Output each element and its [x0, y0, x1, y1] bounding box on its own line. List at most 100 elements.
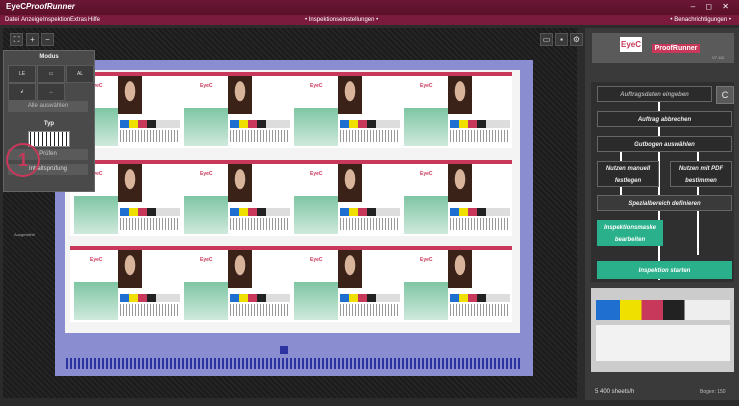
select-good-sheet-button[interactable]: Gutbogen auswählen: [597, 136, 732, 152]
title-bar: [0, 0, 739, 15]
color-swatches: [120, 294, 180, 302]
zoom-out-icon[interactable]: −: [41, 33, 54, 46]
label-logo: EyeC: [420, 83, 433, 89]
barcode-strip: [230, 130, 290, 142]
label-logo: EyeC: [420, 171, 433, 177]
folder-icon[interactable]: ▭: [540, 33, 553, 46]
label-logo: EyeC: [310, 257, 323, 263]
model-image: [118, 250, 142, 288]
preview-image: [596, 325, 730, 361]
register-marks: [66, 358, 521, 369]
pdf-copy-button[interactable]: Nutzen mit PDF bestimmen: [670, 161, 732, 187]
save-icon[interactable]: ▪: [555, 33, 568, 46]
model-image: [448, 250, 472, 288]
product-image: [294, 282, 338, 320]
product-image: [184, 108, 228, 146]
label-logo: EyeC: [310, 83, 323, 89]
cancel-order-button[interactable]: Auftrag abbrechen: [597, 111, 732, 127]
preview-color-strip: [596, 300, 730, 320]
barcode-strip: [120, 304, 180, 316]
product-image: [404, 108, 448, 146]
throughput-status: 5 400 sheets/h: [595, 389, 635, 395]
barcode-strip: [230, 218, 290, 230]
barcode-strip: [340, 218, 400, 230]
printed-label: EyeC: [70, 246, 182, 322]
product-image: [404, 282, 448, 320]
model-image: [448, 164, 472, 202]
menu-hilfe[interactable]: Hilfe: [88, 17, 100, 23]
model-image: [118, 76, 142, 114]
mode-button-5[interactable]: ↔: [37, 83, 65, 101]
barcode-strip: [120, 130, 180, 142]
printed-label: EyeC: [400, 246, 512, 322]
start-inspection-button[interactable]: Inspektion starten: [597, 261, 732, 279]
fiducial-mark: [280, 346, 288, 354]
printed-label: EyeC: [400, 72, 512, 148]
model-image: [228, 250, 252, 288]
notifications-menu[interactable]: • Benachrichtigungen •: [670, 17, 731, 23]
window-controls[interactable]: – ◻ ✕: [691, 2, 733, 11]
label-logo: EyeC: [90, 257, 103, 263]
fit-icon[interactable]: ⛶: [10, 33, 23, 46]
color-swatches: [230, 208, 290, 216]
barcode-strip: [120, 218, 180, 230]
model-image: [228, 76, 252, 114]
proofrunner-logo: ProofRunner: [652, 44, 700, 53]
product-image: [184, 282, 228, 320]
barcode-strip: [340, 304, 400, 316]
menu-datei[interactable]: Datei: [5, 17, 19, 23]
product-image: [294, 108, 338, 146]
product-image: [404, 196, 448, 234]
color-swatches: [120, 120, 180, 128]
printed-label: EyeC: [290, 160, 402, 236]
color-swatches: [230, 294, 290, 302]
version-label: V7.110: [712, 55, 725, 60]
color-swatches: [340, 208, 400, 216]
color-swatches: [450, 294, 510, 302]
settings-icon[interactable]: ⚙: [570, 33, 583, 46]
refresh-icon[interactable]: C: [716, 86, 734, 104]
eyec-logo: EyeC: [6, 2, 27, 11]
mode-button-4[interactable]: ↲: [8, 83, 36, 101]
label-logo: EyeC: [200, 83, 213, 89]
type-title: Typ: [43, 121, 55, 127]
special-area-button[interactable]: Spezialbereich definieren: [597, 195, 732, 211]
model-image: [228, 164, 252, 202]
printed-label: EyeC: [180, 160, 292, 236]
enter-order-button[interactable]: Auftragsdaten eingeben: [597, 86, 712, 102]
app-title: ProofRunner: [26, 2, 75, 11]
mode-button-3[interactable]: AL: [66, 65, 94, 83]
printed-label: EyeC: [290, 246, 402, 322]
label-logo: EyeC: [420, 257, 433, 263]
zoom-in-icon[interactable]: +: [26, 33, 39, 46]
model-image: [118, 164, 142, 202]
edit-inspection-mask-button[interactable]: Inspektionsmaske bearbeiten: [597, 220, 663, 246]
menu-bar: Datei Anzeige Inspektion Extras Hilfe • …: [0, 15, 739, 25]
barcode-strip: [230, 304, 290, 316]
menu-anzeige[interactable]: Anzeige: [21, 17, 43, 23]
product-image: [184, 196, 228, 234]
color-swatches: [230, 120, 290, 128]
select-all-button[interactable]: Alle auswählen: [8, 101, 88, 112]
color-swatches: [340, 294, 400, 302]
mode-button-1[interactable]: LE: [8, 65, 36, 83]
barcode-strip: [450, 304, 510, 316]
selected-status: Ausgewählt: [14, 232, 35, 237]
mode-button-2[interactable]: ▭: [37, 65, 65, 83]
model-image: [448, 76, 472, 114]
barcode-strip: [450, 218, 510, 230]
barcode-icon[interactable]: [28, 131, 70, 147]
mode-title: Modus: [39, 54, 59, 60]
inspection-settings-menu[interactable]: • Inspektionseinstellungen •: [305, 17, 378, 23]
sheet-counter: Bogen: 150: [700, 389, 726, 395]
menu-inspektion[interactable]: Inspektion: [43, 17, 70, 23]
callout-1: 1: [6, 143, 40, 177]
model-image: [338, 76, 362, 114]
color-swatches: [120, 208, 180, 216]
product-image: [74, 282, 118, 320]
color-swatches: [450, 120, 510, 128]
barcode-strip: [340, 130, 400, 142]
product-image: [294, 196, 338, 234]
manual-copy-button[interactable]: Nutzen manuell festlegen: [597, 161, 659, 187]
menu-extras[interactable]: Extras: [70, 17, 87, 23]
